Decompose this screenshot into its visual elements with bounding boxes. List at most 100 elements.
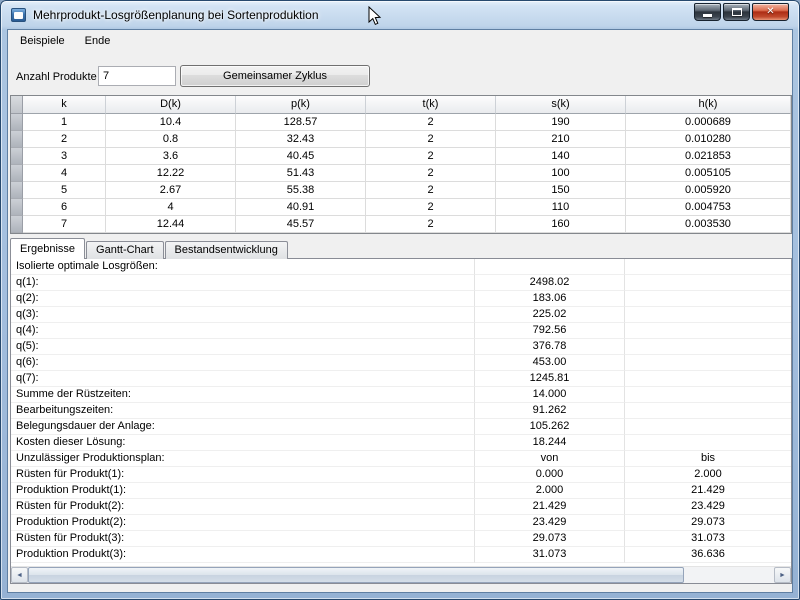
grid-cell[interactable]: 160 xyxy=(496,216,626,233)
results-row: Rüsten für Produkt(3):29.07331.073 xyxy=(11,531,791,547)
grid-cell[interactable]: 0.8 xyxy=(106,131,236,148)
grid-row: 712.4445.5721600.003530 xyxy=(11,216,791,233)
grid-cell[interactable]: 3.6 xyxy=(106,148,236,165)
grid-cell[interactable]: 1 xyxy=(23,114,106,131)
grid-cell[interactable]: 7 xyxy=(23,216,106,233)
grid-cell[interactable]: 128.57 xyxy=(236,114,366,131)
results-row-bis: bis xyxy=(625,451,791,467)
results-row: Produktion Produkt(1):2.00021.429 xyxy=(11,483,791,499)
grid-column-header[interactable]: t(k) xyxy=(366,96,496,114)
grid-cell[interactable]: 40.45 xyxy=(236,148,366,165)
results-row-label: q(5): xyxy=(11,339,475,355)
grid-cell[interactable]: 2.67 xyxy=(106,182,236,199)
grid-cell[interactable]: 2 xyxy=(366,114,496,131)
grid-row-header[interactable] xyxy=(11,114,23,131)
results-row: Belegungsdauer der Anlage:105.262 xyxy=(11,419,791,435)
menu-item-ende[interactable]: Ende xyxy=(75,30,121,52)
grid-row-header[interactable] xyxy=(11,216,23,233)
grid-cell[interactable]: 4 xyxy=(23,165,106,182)
results-row-bis xyxy=(625,259,791,275)
scroll-left-button[interactable]: ◄ xyxy=(11,567,28,583)
tab-gantt-chart[interactable]: Gantt-Chart xyxy=(86,241,163,259)
results-row-label: Belegungsdauer der Anlage: xyxy=(11,419,475,435)
results-horizontal-scrollbar[interactable]: ◄ ► xyxy=(11,566,791,583)
grid-cell[interactable]: 0.021853 xyxy=(626,148,791,165)
mouse-cursor xyxy=(368,6,382,26)
common-cycle-button[interactable]: Gemeinsamer Zyklus xyxy=(180,65,370,87)
grid-row-header[interactable] xyxy=(11,131,23,148)
grid-cell[interactable]: 140 xyxy=(496,148,626,165)
close-button[interactable]: ✕ xyxy=(752,3,789,21)
grid-cell[interactable]: 51.43 xyxy=(236,165,366,182)
title-bar[interactable]: Mehrprodukt-Losgrößenplanung bei Sortenp… xyxy=(0,0,800,30)
grid-cell[interactable]: 0.003530 xyxy=(626,216,791,233)
grid-cell[interactable]: 210 xyxy=(496,131,626,148)
scrollbar-track[interactable] xyxy=(28,567,774,583)
scroll-right-icon: ► xyxy=(779,572,786,579)
grid-row-header[interactable] xyxy=(11,199,23,216)
grid-cell[interactable]: 100 xyxy=(496,165,626,182)
results-row-label: q(6): xyxy=(11,355,475,371)
grid-cell[interactable]: 0.004753 xyxy=(626,199,791,216)
grid-cell[interactable]: 0.005105 xyxy=(626,165,791,182)
results-row: Unzulässiger Produktionsplan:vonbis xyxy=(11,451,791,467)
results-row-bis xyxy=(625,307,791,323)
grid-cell[interactable]: 0.010280 xyxy=(626,131,791,148)
results-row-von: 453.00 xyxy=(475,355,625,371)
results-row-label: Unzulässiger Produktionsplan: xyxy=(11,451,475,467)
grid-cell[interactable]: 10.4 xyxy=(106,114,236,131)
product-count-input[interactable] xyxy=(98,66,176,86)
grid-cell[interactable]: 5 xyxy=(23,182,106,199)
grid-cell[interactable]: 190 xyxy=(496,114,626,131)
grid-row-header[interactable] xyxy=(11,182,23,199)
grid-column-header[interactable]: h(k) xyxy=(626,96,791,114)
tab-ergebnisse[interactable]: Ergebnisse xyxy=(10,238,85,259)
grid-cell[interactable]: 150 xyxy=(496,182,626,199)
scroll-right-button[interactable]: ► xyxy=(774,567,791,583)
grid-cell[interactable]: 2 xyxy=(366,199,496,216)
grid-cell[interactable]: 0.000689 xyxy=(626,114,791,131)
grid-cell[interactable]: 12.44 xyxy=(106,216,236,233)
results-row-label: Rüsten für Produkt(2): xyxy=(11,499,475,515)
grid-cell[interactable]: 3 xyxy=(23,148,106,165)
grid-column-header[interactable]: D(k) xyxy=(106,96,236,114)
grid-cell[interactable]: 2 xyxy=(366,165,496,182)
close-icon: ✕ xyxy=(766,7,774,17)
grid-cell[interactable]: 4 xyxy=(106,199,236,216)
grid-cell[interactable]: 2 xyxy=(366,182,496,199)
grid-cell[interactable]: 2 xyxy=(366,131,496,148)
grid-column-header[interactable]: k xyxy=(23,96,106,114)
results-row: Rüsten für Produkt(2):21.42923.429 xyxy=(11,499,791,515)
results-row: q(7):1245.81 xyxy=(11,371,791,387)
scrollbar-thumb[interactable] xyxy=(28,567,684,583)
grid-row: 20.832.4322100.010280 xyxy=(11,131,791,148)
grid-row-header[interactable] xyxy=(11,165,23,182)
grid-cell[interactable]: 6 xyxy=(23,199,106,216)
tab-bestandsentwicklung[interactable]: Bestandsentwicklung xyxy=(165,241,288,259)
grid-cell[interactable]: 40.91 xyxy=(236,199,366,216)
grid-cell[interactable]: 12.22 xyxy=(106,165,236,182)
results-row-von: 1245.81 xyxy=(475,371,625,387)
results-row-von: 105.262 xyxy=(475,419,625,435)
grid-cell[interactable]: 0.005920 xyxy=(626,182,791,199)
menu-item-beispiele[interactable]: Beispiele xyxy=(10,30,75,52)
results-row-von: 14.000 xyxy=(475,387,625,403)
results-row-label: q(4): xyxy=(11,323,475,339)
minimize-button[interactable] xyxy=(694,3,721,21)
maximize-button[interactable] xyxy=(723,3,750,21)
grid-cell[interactable]: 2 xyxy=(23,131,106,148)
results-row-von: 792.56 xyxy=(475,323,625,339)
grid-cell[interactable]: 55.38 xyxy=(236,182,366,199)
results-row: q(6):453.00 xyxy=(11,355,791,371)
results-row-von: 225.02 xyxy=(475,307,625,323)
grid-row: 33.640.4521400.021853 xyxy=(11,148,791,165)
grid-cell[interactable]: 45.57 xyxy=(236,216,366,233)
grid-cell[interactable]: 110 xyxy=(496,199,626,216)
grid-cell[interactable]: 32.43 xyxy=(236,131,366,148)
grid-row-header[interactable] xyxy=(11,148,23,165)
grid-cell[interactable]: 2 xyxy=(366,216,496,233)
grid-column-header[interactable]: s(k) xyxy=(496,96,626,114)
results-row-von: 21.429 xyxy=(475,499,625,515)
grid-column-header[interactable]: p(k) xyxy=(236,96,366,114)
grid-cell[interactable]: 2 xyxy=(366,148,496,165)
